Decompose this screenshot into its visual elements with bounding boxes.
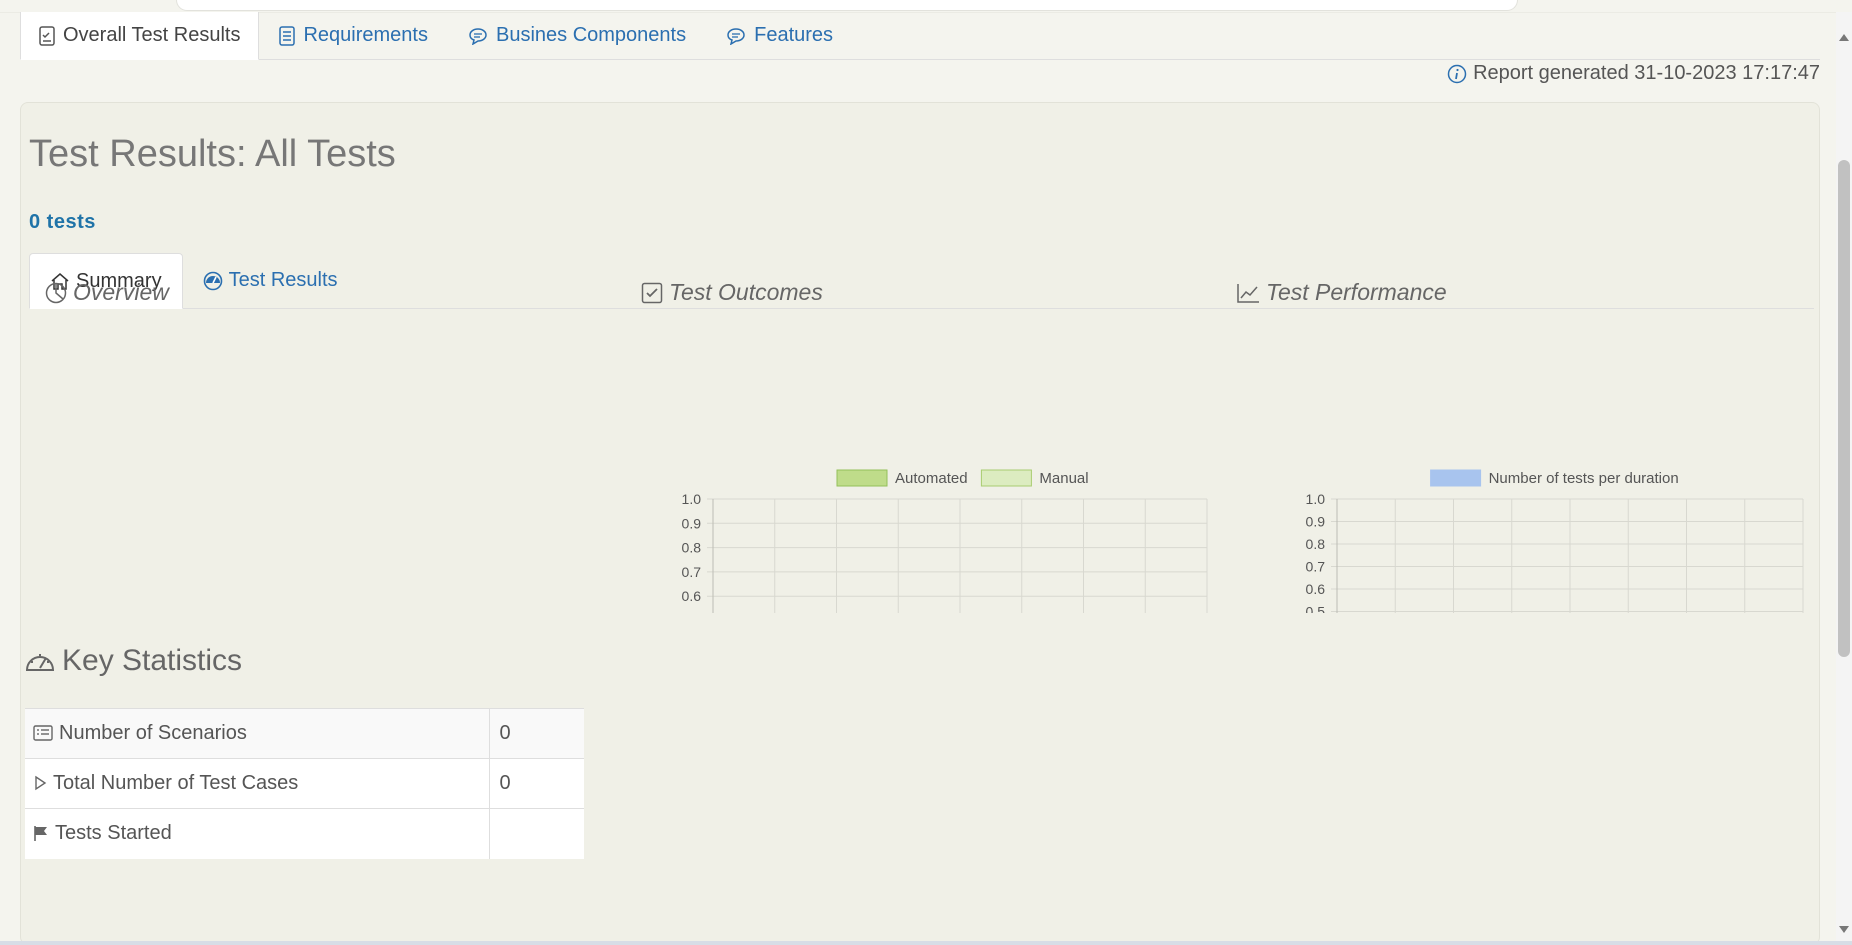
pie-chart-icon (45, 282, 67, 303)
stat-label-cell: Number of Scenarios (25, 708, 489, 759)
key-statistics-label: Key Statistics (62, 644, 243, 677)
scroll-up-arrow[interactable] (1839, 34, 1849, 41)
tab-overall-test-results[interactable]: Overall Test Results (20, 12, 260, 60)
top-tabs: Overall Test Results Requirements Busine… (20, 12, 1820, 60)
overview-label: Overview (73, 279, 169, 305)
speech-bubble-icon (727, 27, 745, 45)
tests-count[interactable]: 0 tests (29, 211, 96, 234)
y-tick-label: 0.8 (682, 540, 702, 556)
y-tick-label: 0.7 (682, 564, 702, 580)
tab-label: Overall Test Results (63, 24, 241, 46)
document-list-icon (279, 25, 296, 46)
stat-value: 0 (488, 708, 584, 759)
scroll-thumb[interactable] (1838, 160, 1850, 657)
outcomes-label: Test Outcomes (669, 279, 823, 305)
table-row: Total Number of Test Cases 0 (25, 758, 584, 809)
y-tick-label: 0.7 (1306, 559, 1326, 575)
vertical-scrollbar[interactable] (1836, 12, 1852, 945)
bottom-edge (0, 941, 1852, 945)
legend-label: Automated (895, 470, 968, 487)
stat-label: Tests Started (55, 822, 172, 845)
stat-label-cell[interactable]: Total Number of Test Cases (25, 758, 489, 809)
stat-value: 0 (488, 758, 584, 809)
tab-label: Busines Components (496, 24, 687, 46)
test-outcomes-chart: AutomatedManual1.00.90.80.70.60.50.40.30… (682, 469, 1208, 614)
legend-swatch (1430, 469, 1482, 487)
checklist-icon (39, 25, 55, 46)
overview-title: Overview (45, 279, 169, 306)
page-title: Test Results: All Tests (29, 133, 396, 175)
legend-label: Number of tests per duration (1489, 470, 1679, 487)
line-chart-icon (1237, 283, 1259, 303)
y-tick-label: 1.0 (682, 491, 702, 507)
test-performance-chart: Number of tests per duration 1.0 0.9 0.8 0.7… (1306, 469, 1804, 614)
stat-label: Total Number of Test Cases (53, 772, 299, 794)
browser-top-strip (176, 0, 1518, 11)
tab-requirements[interactable]: Requirements (259, 12, 448, 59)
table-row: Tests Started (25, 808, 584, 859)
checkbox-icon (641, 282, 663, 303)
y-tick-label: 0.5 (682, 613, 702, 614)
list-card-icon (33, 725, 53, 741)
gauge-icon (203, 271, 222, 290)
sub-tabs: Summary Test Results (29, 253, 1814, 309)
legend-label: Manual (1039, 470, 1088, 487)
scroll-down-arrow[interactable] (1839, 926, 1849, 933)
legend-swatch (836, 469, 888, 487)
y-tick-label: 1.0 (1306, 491, 1326, 507)
y-tick-label: 0.6 (1306, 581, 1326, 597)
report-generated: Report generated 31-10-2023 17:17:47 (1447, 62, 1820, 85)
y-tick-label: 0.9 (1306, 514, 1326, 530)
performance-title: Test Performance (1236, 279, 1447, 306)
tab-label: Features (754, 24, 834, 46)
y-tick-label: 0.9 (682, 515, 702, 531)
y-tick-label: 0.6 (682, 588, 702, 604)
tab-features[interactable]: Features (706, 12, 853, 59)
stat-label: Number of Scenarios (59, 722, 247, 744)
key-statistics-title: Key Statistics (24, 644, 242, 678)
performance-label: Test Performance (1266, 279, 1447, 305)
table-row: Number of Scenarios 0 (25, 708, 584, 759)
speech-bubble-icon (469, 27, 487, 45)
y-tick-label: 0.5 (1306, 604, 1326, 614)
tab-business-components[interactable]: Busines Components (448, 12, 706, 59)
stat-label-cell: Tests Started (25, 808, 489, 859)
stat-value (488, 808, 584, 859)
y-tick-label: 0.8 (1306, 536, 1326, 552)
tab-test-results[interactable]: Test Results (183, 253, 358, 308)
gauge-icon (25, 654, 55, 671)
tab-label: Test Results (228, 269, 338, 291)
report-generated-text: Report generated 31-10-2023 17:17:47 (1473, 62, 1820, 84)
outcomes-title: Test Outcomes (641, 279, 823, 306)
info-icon (1447, 64, 1467, 83)
key-statistics-table: Number of Scenarios 0 Total Number of Te… (25, 708, 584, 859)
tab-label: Requirements (303, 24, 428, 46)
flag-icon (34, 826, 47, 842)
legend-swatch (980, 469, 1032, 487)
play-triangle-icon (35, 775, 47, 791)
